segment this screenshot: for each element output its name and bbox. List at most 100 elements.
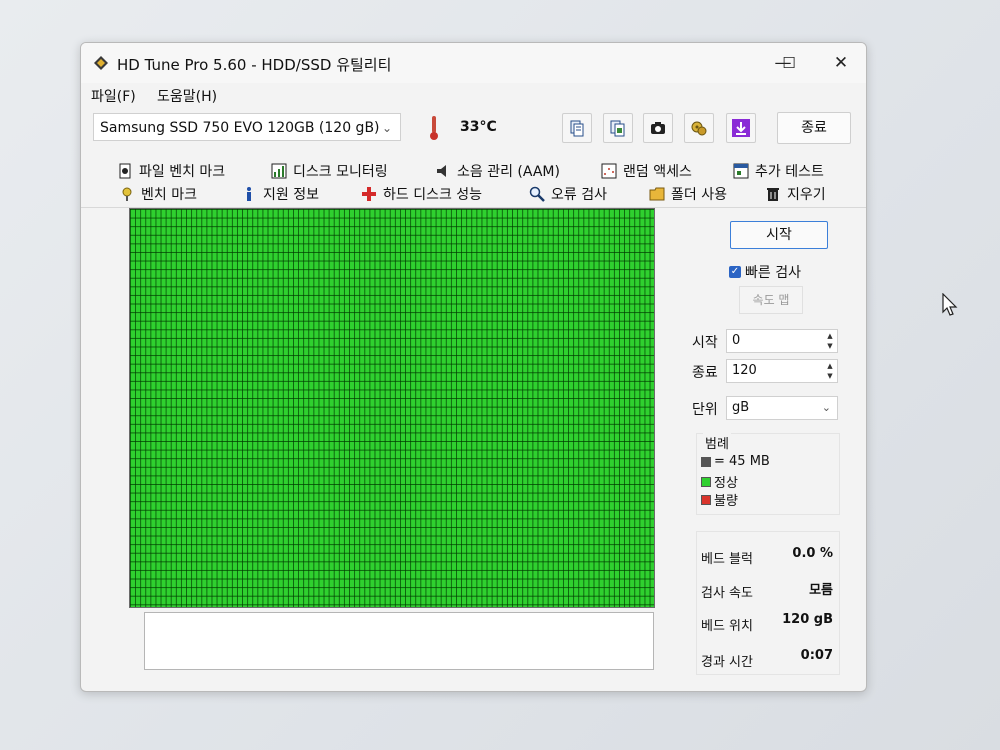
options-button[interactable] xyxy=(684,113,714,143)
temperature-value: 33°C xyxy=(460,119,497,135)
tab-erase[interactable]: 지우기 xyxy=(765,184,826,204)
maximize-icon: ☐ xyxy=(782,54,796,72)
tab-label: 지우기 xyxy=(787,187,826,203)
legend-ok-text: 정상 xyxy=(714,476,738,491)
chevron-down-icon: ⌄ xyxy=(821,401,831,414)
bad-swatch xyxy=(701,494,711,505)
copy-text-button[interactable] xyxy=(562,113,592,143)
tab-label: 추가 테스트 xyxy=(755,164,824,180)
legend-box: 범례 = 45 MB 정상 불량 xyxy=(696,433,840,515)
speaker-icon xyxy=(437,165,446,177)
disk-monitor-icon xyxy=(271,163,287,179)
unit-select[interactable]: gB ⌄ xyxy=(726,396,838,420)
hdtune-window: HD Tune Pro 5.60 - HDD/SSD 유틸리티 — ☐ ✕ 파일… xyxy=(80,42,867,692)
tab-benchmark[interactable]: 벤치 마크 xyxy=(119,184,197,204)
legend-ok: 정상 xyxy=(701,472,738,491)
folder-icon xyxy=(649,187,665,201)
tab-bar: 파일 벤치 마크 디스크 모니터링 소음 관리 (AAM) 랜덤 액세스 추가 … xyxy=(81,157,866,208)
bad-blocks-value: 0.0 % xyxy=(792,546,833,561)
thermometer-icon xyxy=(430,116,438,140)
scan-speed-value: 모름 xyxy=(809,583,833,598)
elapsed-value: 0:07 xyxy=(800,648,833,663)
bad-position-label: 베드 위치 xyxy=(701,619,753,634)
start-spinner[interactable]: 0 ▲ ▼ xyxy=(726,329,838,353)
legend-title: 범례 xyxy=(703,433,731,452)
menu-file[interactable]: 파일(F) xyxy=(91,86,136,106)
quick-scan-label: 빠른 검사 xyxy=(745,265,801,281)
copy-info-icon xyxy=(610,120,625,137)
block-swatch xyxy=(701,456,711,467)
save-download-icon xyxy=(732,119,750,137)
legend-block-size: = 45 MB xyxy=(701,454,770,469)
tab-label: 오류 검사 xyxy=(551,187,607,203)
end-value: 120 xyxy=(732,363,757,378)
screenshot-button[interactable] xyxy=(643,113,673,143)
unit-label: 단위 xyxy=(692,402,718,418)
title-bar[interactable]: HD Tune Pro 5.60 - HDD/SSD 유틸리티 — ☐ ✕ xyxy=(81,43,866,83)
bad-position-value: 120 gB xyxy=(782,612,833,627)
block-map xyxy=(129,208,655,608)
maximize-button[interactable]: ☐ xyxy=(769,49,809,77)
save-button[interactable] xyxy=(726,113,756,143)
window-title: HD Tune Pro 5.60 - HDD/SSD 유틸리티 xyxy=(117,56,392,74)
tab-error-scan[interactable]: 오류 검사 xyxy=(529,184,607,204)
tab-aam[interactable]: 소음 관리 (AAM) xyxy=(435,161,560,181)
checkbox-checked-icon: ✓ xyxy=(729,266,741,278)
toolbar: Samsung SSD 750 EVO 120GB (120 gB) ⌄ 33°… xyxy=(81,109,866,147)
drive-select[interactable]: Samsung SSD 750 EVO 120GB (120 gB) ⌄ xyxy=(93,113,401,141)
options-gear-icon xyxy=(691,121,707,136)
close-icon: ✕ xyxy=(833,53,849,73)
block-map-grid xyxy=(130,209,654,607)
trash-icon xyxy=(767,188,779,201)
unit-value: gB xyxy=(732,400,750,415)
info-icon xyxy=(247,187,251,201)
tab-label: 랜덤 액세스 xyxy=(623,164,692,180)
end-spinner[interactable]: 120 ▲ ▼ xyxy=(726,359,838,383)
log-box xyxy=(144,612,654,670)
tab-label: 소음 관리 (AAM) xyxy=(457,164,560,180)
mouse-cursor-icon xyxy=(942,293,958,316)
start-label: 시작 xyxy=(692,335,718,351)
stats-panel: 베드 블럭 0.0 % 검사 속도 모름 베드 위치 120 gB 경과 시간 … xyxy=(696,531,840,675)
random-access-icon xyxy=(601,163,617,179)
chevron-down-icon: ⌄ xyxy=(381,121,392,135)
legend-block-size-text: = 45 MB xyxy=(714,454,770,469)
close-button[interactable]: ✕ xyxy=(821,49,861,77)
copy-text-icon xyxy=(570,120,584,137)
tab-label: 폴더 사용 xyxy=(671,187,727,203)
tab-label: 지원 정보 xyxy=(263,187,319,203)
health-cross-icon xyxy=(362,187,376,201)
menu-help[interactable]: 도움말(H) xyxy=(157,86,217,106)
scan-speed-label: 검사 속도 xyxy=(701,586,753,601)
ok-swatch xyxy=(701,476,711,487)
speed-map-button[interactable]: 속도 맵 xyxy=(739,286,803,314)
end-label: 종료 xyxy=(692,365,718,381)
extra-tests-icon xyxy=(733,163,749,179)
screenshot-camera-icon xyxy=(651,122,665,134)
tab-health[interactable]: 하드 디스크 성능 xyxy=(361,184,482,204)
copy-info-button[interactable] xyxy=(603,113,633,143)
tab-file-benchmark[interactable]: 파일 벤치 마크 xyxy=(117,161,225,181)
tab-label: 하드 디스크 성능 xyxy=(383,187,483,203)
tab-info[interactable]: 지원 정보 xyxy=(241,184,319,204)
drive-select-value: Samsung SSD 750 EVO 120GB (120 gB) xyxy=(100,120,380,136)
spinner-arrows-icon[interactable]: ▲ ▼ xyxy=(825,331,835,351)
elapsed-label: 경과 시간 xyxy=(701,655,753,670)
start-scan-button[interactable]: 시작 xyxy=(730,221,828,249)
legend-bad-text: 불량 xyxy=(714,494,738,509)
tab-extra-tests[interactable]: 추가 테스트 xyxy=(733,161,824,181)
exit-button[interactable]: 종료 xyxy=(777,112,851,144)
tab-label: 벤치 마크 xyxy=(141,187,197,203)
legend-bad: 불량 xyxy=(701,490,738,509)
tab-folder-usage[interactable]: 폴더 사용 xyxy=(649,184,727,204)
app-logo-icon xyxy=(94,56,108,70)
tab-disk-monitor[interactable]: 디스크 모니터링 xyxy=(271,161,388,181)
file-benchmark-icon xyxy=(119,163,131,179)
bad-blocks-label: 베드 블럭 xyxy=(701,552,753,567)
tab-random-access[interactable]: 랜덤 액세스 xyxy=(601,161,692,181)
magnifier-icon xyxy=(529,186,545,202)
spinner-arrows-icon[interactable]: ▲ ▼ xyxy=(825,361,835,381)
quick-scan-checkbox[interactable]: ✓ 빠른 검사 xyxy=(729,262,801,282)
tab-label: 디스크 모니터링 xyxy=(293,164,388,180)
menu-bar: 파일(F) 도움말(H) xyxy=(81,83,866,107)
